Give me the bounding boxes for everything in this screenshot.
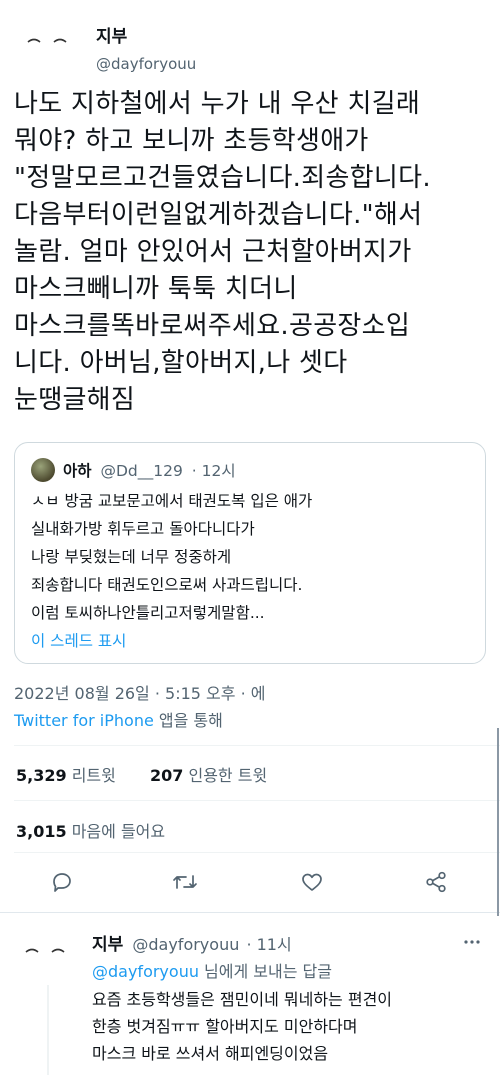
source-app-link[interactable]: Twitter for iPhone (14, 711, 154, 730)
source-suffix: 앱을 통해 (153, 711, 223, 730)
replying-to-suffix: 님에게 보내는 답글 (198, 962, 332, 981)
show-thread-link[interactable]: 이 스레드 표시 (31, 629, 126, 651)
like-label: 마음에 들어요 (66, 822, 166, 841)
retweet-icon[interactable] (172, 870, 198, 894)
quote-author-name: 아하 (63, 462, 92, 480)
replying-to: @dayforyouu 님에게 보내는 답글 (92, 958, 332, 982)
quote-time: · 12시 (191, 462, 236, 480)
reply-text: 요즘 초등학생들은 잼민이네 뭐네하는 편견이 한층 벗겨짐ㅠㅠ 할아버지도 미… (92, 990, 393, 1063)
quote-tweet-card[interactable]: 아하 @Dd__129 · 12시 ㅅㅂ 방굼 교보문고에서 태권도복 입은 애… (14, 442, 486, 664)
author-handle[interactable]: @dayforyouu (96, 55, 196, 73)
like-stats[interactable]: 3,015 마음에 들어요 (16, 818, 165, 842)
heart-icon[interactable] (300, 870, 324, 894)
reply-author-handle[interactable]: @dayforyouu (132, 935, 239, 954)
divider (0, 912, 500, 913)
quote-stats[interactable]: 207 인용한 트윗 (150, 762, 267, 786)
quote-avatar (31, 458, 55, 482)
replying-to-handle[interactable]: @dayforyouu (92, 962, 199, 981)
share-icon[interactable] (424, 870, 448, 894)
reply-author-avatar[interactable] (16, 930, 78, 978)
comment-icon[interactable] (50, 870, 74, 894)
retweet-label: 리트윗 (66, 766, 116, 785)
divider (14, 745, 500, 746)
more-icon[interactable] (462, 934, 482, 954)
quote-author-handle: @Dd__129 (100, 462, 183, 480)
quote-text: ㅅㅂ 방굼 교보문고에서 태권도복 입은 애가 실내화가방 휘두르고 돌아다니다… (31, 492, 313, 622)
retweet-stats[interactable]: 5,329 리트윗 (16, 762, 116, 786)
reply-thread-line (47, 985, 49, 1075)
divider (14, 800, 500, 801)
reply-author-name[interactable]: 지부 (92, 935, 123, 955)
retweet-count: 5,329 (16, 766, 67, 785)
tweet-source: Twitter for iPhone 앱을 통해 (14, 707, 223, 731)
scrollbar[interactable] (497, 728, 499, 916)
author-avatar[interactable] (18, 20, 80, 68)
tweet-text: 나도 지하철에서 누가 내 우산 치길래 뭐야? 하고 보니까 초등학생애가 "… (14, 89, 431, 415)
tweet-timestamp[interactable]: 2022년 08월 26일 · 5:15 오후 · 에 (14, 680, 265, 704)
reply-time[interactable]: · 11시 (246, 935, 291, 954)
quote-label: 인용한 트윗 (183, 766, 268, 785)
like-count: 3,015 (16, 822, 67, 841)
quote-count: 207 (150, 766, 184, 785)
author-name[interactable]: 지부 (96, 22, 127, 47)
divider (14, 852, 500, 853)
